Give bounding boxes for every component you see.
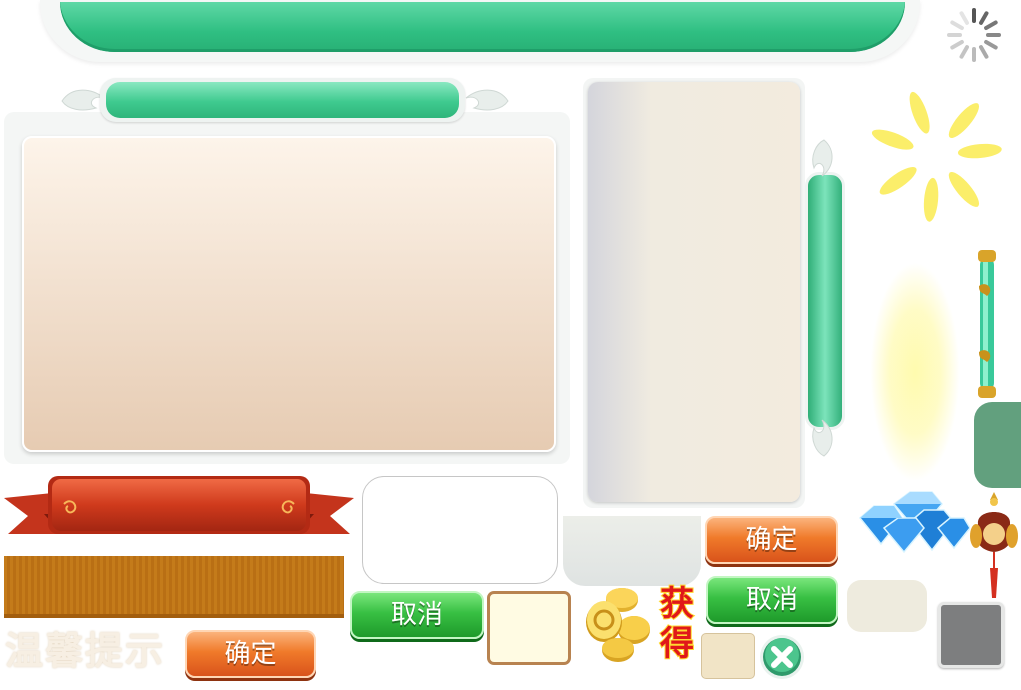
beige-item-box [847,580,927,632]
lucky-bag-mascot [970,492,1018,598]
scroll-rod-ornament [978,250,996,398]
brown-curtain [4,556,344,618]
gold-coins-icon [586,588,650,662]
diamonds-icon [858,491,970,554]
item-slot-frame [487,591,571,665]
gray-tab-background [563,516,701,586]
sunburst-effect [871,91,1002,222]
red-ribbon-banner [4,476,354,534]
left-content-panel [22,136,556,452]
white-dialog-box [362,476,558,584]
obtain-label: 获得 [659,583,695,665]
cancel-button-large[interactable]: 取消 [706,576,838,624]
vertical-bar-ornament [812,139,833,457]
loading-spinner-icon [947,8,1001,62]
right-content-panel [588,82,800,502]
tip-title-text: 温馨提示 [5,629,166,673]
close-icon[interactable] [759,634,805,680]
side-green-tab[interactable] [974,402,1021,488]
left-title-bar [106,82,459,118]
light-glow [870,262,960,482]
confirm-button[interactable]: 确定 [185,630,316,678]
top-banner [60,2,905,52]
confirm-button-large[interactable]: 确定 [705,516,838,564]
small-item-slot [701,633,755,679]
cancel-button[interactable]: 取消 [350,591,484,639]
gray-square-slot [938,602,1004,668]
